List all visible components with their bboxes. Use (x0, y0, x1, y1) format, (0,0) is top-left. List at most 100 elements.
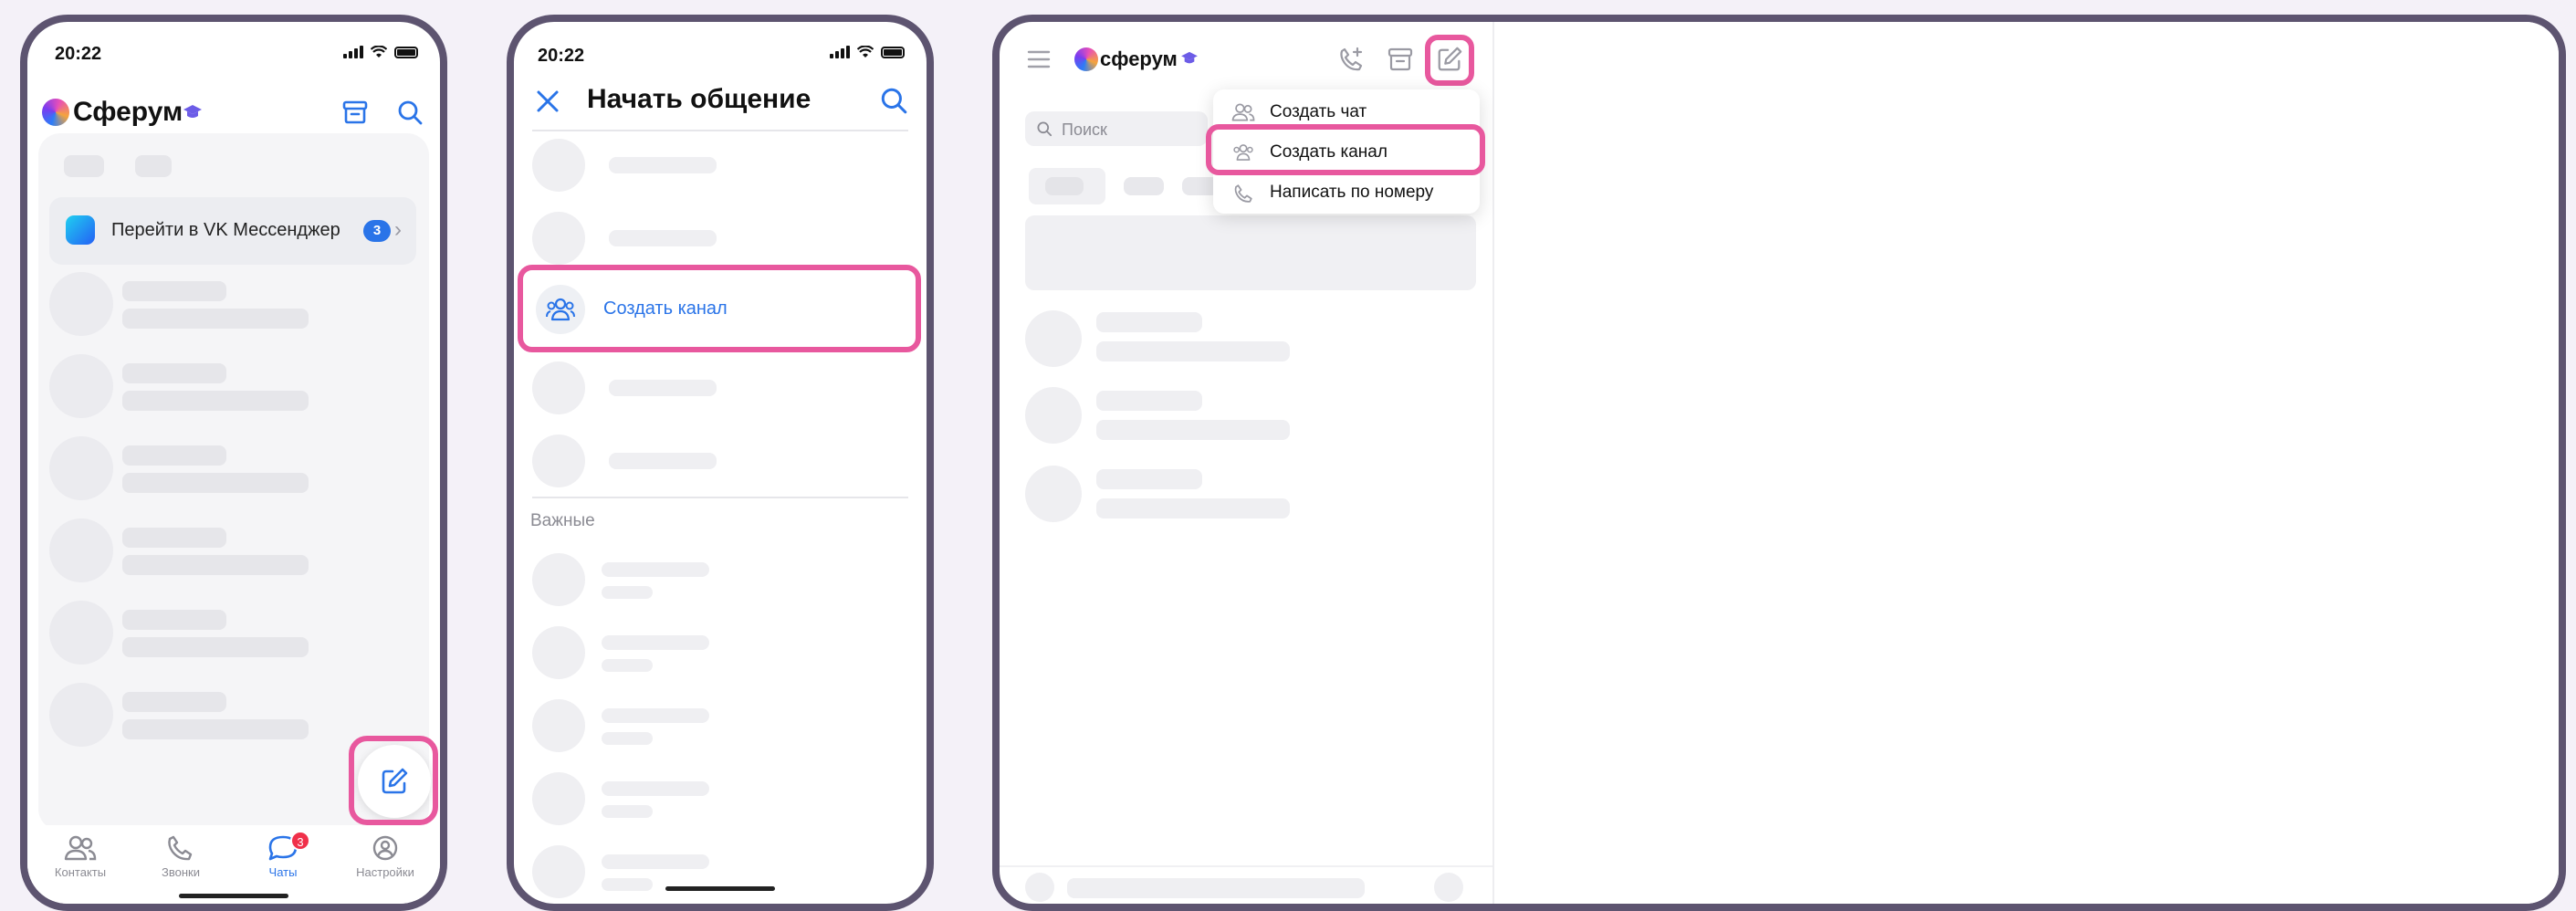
tab-settings[interactable]: Настройки (340, 834, 431, 879)
app-header: Сферум (27, 80, 440, 139)
vk-messenger-banner[interactable]: Перейти в VK Мессенджер 3 › (49, 197, 416, 265)
text-placeholder (1096, 469, 1202, 489)
menu-item-write-by-number[interactable]: Написать по номеру (1213, 173, 1480, 210)
text-placeholder (609, 380, 717, 396)
text-placeholder (122, 309, 309, 329)
highlight-create-channel (518, 265, 921, 352)
home-indicator (665, 886, 775, 891)
signal-icon (830, 46, 850, 58)
text-placeholder (122, 445, 226, 466)
text-placeholder (122, 610, 226, 630)
text-placeholder (602, 659, 653, 672)
signal-icon (343, 46, 363, 58)
avatar-placeholder (532, 626, 585, 679)
search-icon[interactable] (879, 86, 908, 115)
avatar-placeholder (532, 361, 585, 414)
archive-icon[interactable] (341, 99, 369, 126)
menu-item-label: Создать чат (1270, 102, 1367, 121)
avatar-placeholder (49, 601, 113, 665)
banner-placeholder (1025, 215, 1476, 290)
avatar-placeholder (532, 699, 585, 752)
search-field[interactable]: Поиск (1025, 111, 1208, 146)
avatar-placeholder (1025, 310, 1082, 367)
menu-icon[interactable] (1027, 49, 1051, 69)
sferum-logo-icon (1074, 47, 1098, 71)
text-placeholder (1067, 878, 1365, 898)
tab-label: Чаты (268, 865, 298, 879)
avatar-placeholder (1025, 387, 1082, 444)
desktop-app-window: сферум Поиск Создать чат Создать канал Н… (992, 15, 2566, 911)
text-placeholder (122, 363, 226, 383)
tab-label: Звонки (162, 865, 200, 879)
status-bar: 20:22 (27, 22, 440, 77)
text-placeholder (602, 562, 709, 577)
archive-icon[interactable] (1387, 46, 1414, 73)
sidebar-panel: сферум Поиск Создать чат Создать канал Н… (1000, 22, 1494, 904)
filter-chip[interactable] (64, 155, 104, 177)
header-divider (532, 130, 908, 131)
avatar-placeholder (532, 212, 585, 265)
phone-icon (168, 835, 193, 861)
battery-icon (394, 46, 418, 58)
text-placeholder (602, 805, 653, 818)
settings-icon (372, 835, 398, 861)
status-time: 20:22 (538, 46, 585, 66)
chip-placeholder (1124, 177, 1164, 195)
text-placeholder (1096, 391, 1202, 411)
users-icon (1231, 103, 1255, 121)
text-placeholder (602, 732, 653, 745)
text-placeholder (122, 391, 309, 411)
status-icons (343, 46, 418, 58)
app-title: сферум (1100, 47, 1178, 70)
avatar-placeholder (532, 435, 585, 487)
tab-chats[interactable]: 3 Чаты (237, 831, 329, 879)
phone-new-conversation-screen: 20:22 Начать общение Создать канал Важны… (507, 15, 934, 911)
avatar-placeholder (532, 553, 585, 606)
text-placeholder (1096, 420, 1290, 440)
tab-calls[interactable]: Звонки (135, 834, 226, 879)
home-indicator (179, 894, 288, 898)
chevron-right-icon: › (394, 217, 402, 242)
text-placeholder (609, 157, 717, 173)
graduation-cap-icon (1181, 51, 1198, 64)
text-placeholder (602, 708, 709, 723)
avatar-placeholder (49, 354, 113, 418)
avatar-placeholder (532, 845, 585, 898)
graduation-cap-icon (183, 105, 202, 118)
new-call-icon[interactable] (1337, 46, 1365, 73)
search-placeholder: Поиск (1062, 120, 1107, 139)
avatar-placeholder (532, 772, 585, 825)
text-placeholder (122, 692, 226, 712)
main-content-area (1494, 22, 2559, 904)
highlight-compose (1425, 35, 1474, 86)
avatar-placeholder (1025, 466, 1082, 522)
text-placeholder (122, 473, 309, 493)
text-placeholder (602, 781, 709, 796)
avatar-placeholder (532, 139, 585, 192)
filter-chip[interactable] (135, 155, 172, 177)
search-icon (1037, 121, 1052, 137)
tab-contacts[interactable]: Контакты (35, 834, 126, 879)
sferum-logo-icon (42, 99, 69, 126)
close-icon[interactable] (532, 86, 563, 117)
text-placeholder (122, 637, 309, 657)
status-time: 20:22 (55, 44, 102, 64)
phone-chats-screen: 20:22 Сферум Перейти в VK Мессенджер 3 › (20, 15, 447, 911)
highlight-create-channel (1206, 124, 1485, 175)
status-bar: 20:22 (514, 22, 927, 77)
avatar-placeholder (49, 518, 113, 582)
text-placeholder (602, 854, 709, 869)
wifi-icon (371, 46, 387, 58)
footer-divider (1000, 865, 1492, 867)
phone-icon (1234, 184, 1252, 203)
text-placeholder (122, 555, 309, 575)
avatar-placeholder (49, 436, 113, 500)
text-placeholder (122, 281, 226, 301)
contacts-icon (64, 835, 97, 861)
unread-badge: 3 (363, 220, 391, 242)
vk-banner-text: Перейти в VK Мессенджер (111, 220, 340, 240)
vk-messenger-icon (66, 215, 95, 245)
search-icon[interactable] (396, 99, 424, 126)
text-placeholder (1096, 312, 1202, 332)
highlight-compose (349, 736, 438, 825)
